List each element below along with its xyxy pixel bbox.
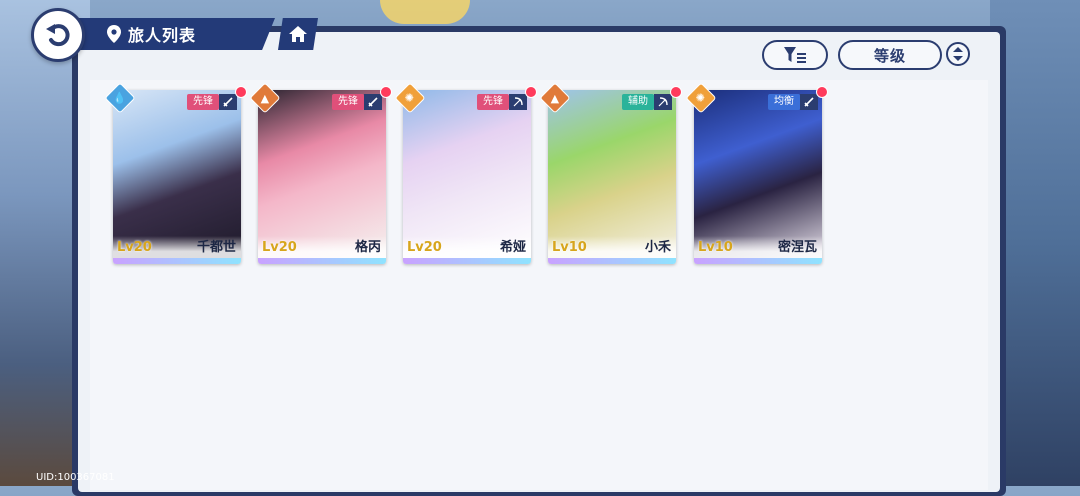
character-level: Lv20 bbox=[262, 240, 297, 255]
bow-icon bbox=[509, 94, 527, 110]
role-badge: 先锋 bbox=[477, 94, 509, 110]
location-pin-icon bbox=[107, 25, 121, 43]
character-level: Lv10 bbox=[552, 240, 587, 255]
page-title: 旅人列表 bbox=[128, 26, 197, 45]
sword-icon bbox=[800, 94, 818, 110]
sort-order-toggle[interactable] bbox=[946, 42, 970, 66]
character-name: 希娅 bbox=[499, 240, 526, 255]
notification-dot bbox=[235, 86, 247, 98]
character-level: Lv20 bbox=[117, 240, 152, 255]
bow-icon bbox=[654, 94, 672, 110]
sword-icon bbox=[364, 94, 382, 110]
home-button[interactable] bbox=[278, 18, 318, 50]
sword-icon bbox=[219, 94, 237, 110]
character-name: 千都世 bbox=[196, 240, 236, 255]
character-level: Lv20 bbox=[407, 240, 442, 255]
back-button[interactable] bbox=[31, 8, 85, 62]
character-card[interactable]: 均衡 Lv10 密涅瓦 bbox=[694, 90, 822, 264]
user-id: UID:100367081 bbox=[36, 472, 115, 483]
role-badge: 先锋 bbox=[187, 94, 219, 110]
up-down-arrows-icon bbox=[953, 47, 963, 61]
character-name: 密涅瓦 bbox=[777, 240, 817, 255]
character-card[interactable]: 辅助 Lv10 小禾 bbox=[548, 90, 676, 264]
filter-button[interactable] bbox=[762, 40, 828, 70]
sort-label: 等级 bbox=[873, 46, 906, 65]
character-card[interactable]: 先锋 Lv20 格丙 bbox=[258, 90, 386, 264]
character-card[interactable]: 先锋 Lv20 希娅 bbox=[403, 90, 531, 264]
sort-by-level-button[interactable]: 等级 bbox=[838, 40, 942, 70]
character-name: 小禾 bbox=[644, 240, 671, 255]
home-icon bbox=[289, 26, 307, 42]
notification-dot bbox=[380, 86, 392, 98]
notification-dot bbox=[816, 86, 828, 98]
notification-dot bbox=[670, 86, 682, 98]
filter-icon bbox=[784, 47, 806, 63]
character-portrait bbox=[403, 90, 531, 258]
character-portrait bbox=[113, 90, 241, 258]
character-name: 格丙 bbox=[354, 240, 381, 255]
background-glow bbox=[380, 0, 470, 24]
character-portrait bbox=[694, 90, 822, 258]
role-badge: 先锋 bbox=[332, 94, 364, 110]
role-badge: 均衡 bbox=[768, 94, 800, 110]
character-card[interactable]: 先锋 Lv20 千都世 bbox=[113, 90, 241, 264]
role-badge: 辅助 bbox=[622, 94, 654, 110]
character-portrait bbox=[258, 90, 386, 258]
notification-dot bbox=[525, 86, 537, 98]
character-portrait bbox=[548, 90, 676, 258]
back-arrow-icon bbox=[46, 24, 70, 47]
character-level: Lv10 bbox=[698, 240, 733, 255]
title-bar: 旅人列表 bbox=[60, 18, 275, 50]
